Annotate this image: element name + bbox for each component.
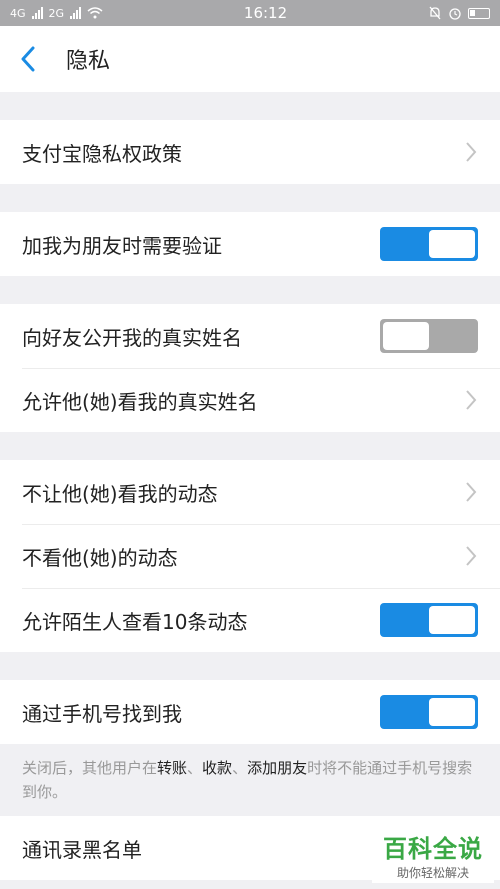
page-title: 隐私 — [66, 49, 111, 74]
chevron-left-icon — [21, 46, 35, 72]
toggle-knob — [383, 322, 429, 350]
sim2-label: 2G — [48, 6, 65, 20]
show-real-name-toggle[interactable] — [380, 319, 478, 353]
row-label: 支付宝隐私权政策 — [22, 141, 182, 166]
note-highlight-add-friend: 添加朋友 — [247, 759, 308, 777]
row-show-real-name: 向好友公开我的真实姓名 — [0, 304, 500, 368]
phone-search-note: 关闭后，其他用户在转账、收款、添加朋友时将不能通过手机号搜索到你。 — [0, 744, 500, 816]
status-time: 16:12 — [243, 4, 288, 22]
note-text: 关闭后，其他用户在 — [22, 759, 158, 777]
row-hide-feed[interactable]: 不看他(她)的动态 — [0, 524, 500, 588]
note-highlight-transfer: 转账 — [157, 759, 188, 777]
status-right — [428, 6, 490, 20]
watermark-main: 百科全说 — [383, 835, 483, 863]
back-button[interactable] — [20, 45, 48, 73]
row-block-feed[interactable]: 不让他(她)看我的动态 — [0, 460, 500, 524]
row-label: 允许他(她)看我的真实姓名 — [22, 389, 258, 414]
alarm-icon — [449, 8, 461, 20]
watermark-sub: 助你轻松解决 — [396, 866, 469, 880]
row-label: 通过手机号找到我 — [22, 701, 182, 726]
row-allow-view-real-name[interactable]: 允许他(她)看我的真实姓名 — [0, 368, 500, 432]
signal-icon-2 — [70, 7, 82, 19]
row-label: 不看他(她)的动态 — [22, 545, 178, 570]
toggle-knob — [429, 698, 475, 726]
wifi-icon — [87, 7, 103, 19]
row-alipay-privacy-policy[interactable]: 支付宝隐私权政策 — [0, 120, 500, 184]
group-alipay-policy: 支付宝隐私权政策 — [0, 120, 500, 184]
row-label: 通讯录黑名单 — [22, 837, 142, 862]
stranger-view-toggle[interactable] — [380, 603, 478, 637]
watermark-logo: 百科全说 助你轻松解决 — [372, 825, 494, 883]
chevron-right-icon — [466, 546, 477, 566]
toggle-knob — [429, 230, 475, 258]
row-stranger-view: 允许陌生人查看10条动态 — [0, 588, 500, 652]
group-feed: 不让他(她)看我的动态 不看他(她)的动态 允许陌生人查看10条动态 — [0, 460, 500, 652]
chevron-right-icon — [466, 482, 477, 502]
toggle-knob — [429, 606, 475, 634]
group-phone: 通过手机号找到我 — [0, 680, 500, 744]
battery-icon — [467, 7, 490, 19]
status-left: 4G 2G — [10, 7, 103, 20]
note-highlight-receive: 收款 — [202, 759, 233, 777]
chevron-right-icon — [466, 142, 477, 162]
row-find-by-phone: 通过手机号找到我 — [0, 680, 500, 744]
verify-friend-toggle[interactable] — [380, 227, 478, 261]
row-label: 向好友公开我的真实姓名 — [22, 325, 242, 350]
status-bar: 4G 2G 16:12 — [0, 0, 500, 26]
sim1-label: 4G — [10, 6, 26, 20]
row-label: 不让他(她)看我的动态 — [22, 481, 218, 506]
find-by-phone-toggle[interactable] — [380, 695, 478, 729]
signal-icon — [31, 7, 43, 19]
row-label: 加我为朋友时需要验证 — [22, 233, 222, 258]
header: 隐私 — [0, 26, 500, 92]
row-verify-friend: 加我为朋友时需要验证 — [0, 212, 500, 276]
chevron-right-icon — [466, 390, 477, 410]
group-verify: 加我为朋友时需要验证 — [0, 212, 500, 276]
row-label: 允许陌生人查看10条动态 — [22, 609, 248, 634]
group-real-name: 向好友公开我的真实姓名 允许他(她)看我的真实姓名 — [0, 304, 500, 432]
note-sep: 、 — [187, 759, 203, 777]
note-sep: 、 — [232, 759, 248, 777]
mute-bell-icon — [429, 6, 441, 20]
